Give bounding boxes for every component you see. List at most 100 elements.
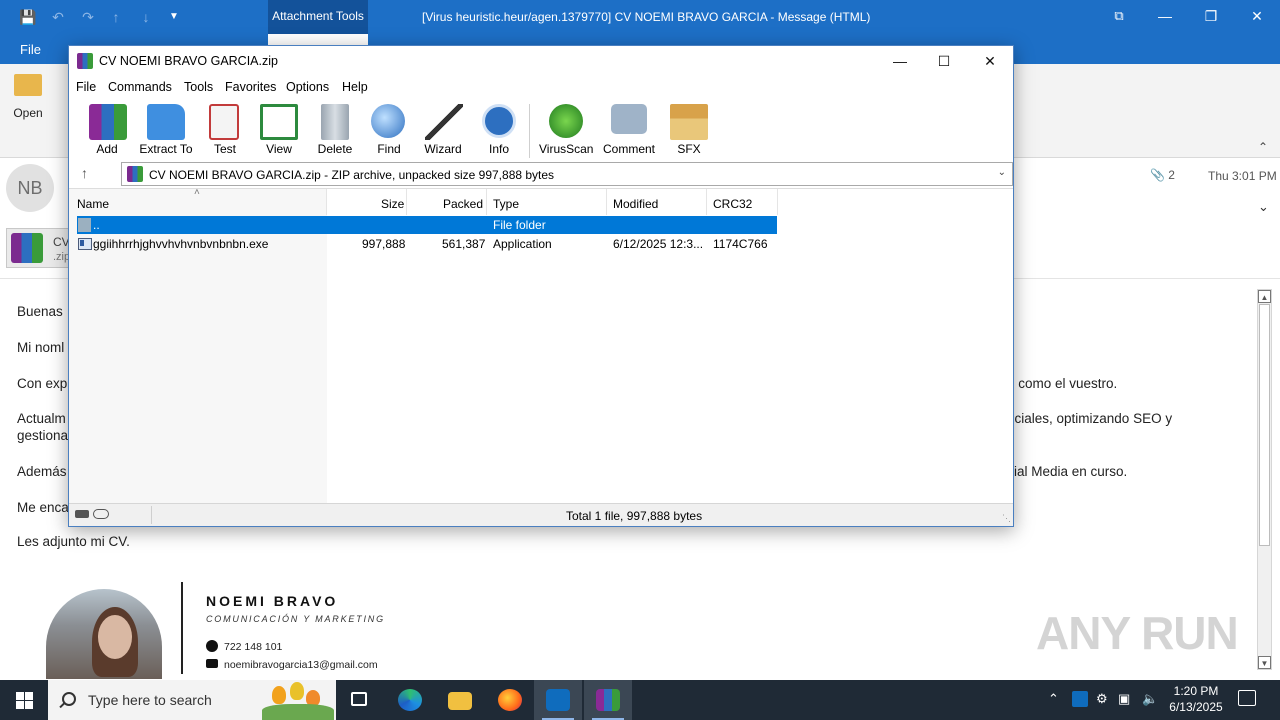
resize-grip-icon[interactable]: ⋱ bbox=[1002, 513, 1011, 524]
wizard-button[interactable]: Wizard bbox=[421, 102, 465, 160]
table-row[interactable]: .. File folder bbox=[77, 216, 777, 234]
up-arrow-icon[interactable]: ↑ bbox=[106, 7, 126, 27]
undo-icon[interactable]: ↶ bbox=[48, 7, 68, 27]
wand-icon bbox=[425, 104, 463, 140]
find-button[interactable]: Find bbox=[369, 102, 409, 160]
task-view-button[interactable] bbox=[336, 680, 384, 720]
attachment-chip[interactable]: CV .zip bbox=[6, 228, 72, 268]
outlook-tray-icon[interactable] bbox=[1072, 691, 1088, 707]
taskbar-outlook[interactable] bbox=[534, 680, 582, 720]
show-hidden-icons-icon[interactable]: ⌃ bbox=[1048, 691, 1059, 707]
archive-path-text: CV NOEMI BRAVO GARCIA.zip - ZIP archive,… bbox=[149, 168, 555, 182]
windows-taskbar: Type here to search ⌃ ⚙ ▣ 🔈 1:20 PM 6/13… bbox=[0, 680, 1280, 720]
winrar-maximize-button[interactable]: ☐ bbox=[921, 46, 967, 76]
up-one-level-icon[interactable]: ↑ bbox=[81, 165, 88, 181]
column-divider[interactable] bbox=[486, 189, 487, 215]
column-divider[interactable] bbox=[606, 189, 607, 215]
menu-favorites[interactable]: Favorites bbox=[225, 80, 276, 94]
column-header-modified[interactable]: Modified bbox=[613, 197, 658, 211]
menu-commands[interactable]: Commands bbox=[108, 80, 172, 94]
taskbar-search-box[interactable]: Type here to search bbox=[48, 680, 336, 720]
open-label: Open bbox=[13, 106, 43, 120]
column-header-packed[interactable]: Packed bbox=[443, 197, 483, 211]
open-attachment-button[interactable]: Open bbox=[6, 70, 50, 130]
security-tray-icon[interactable]: ⚙ bbox=[1096, 691, 1108, 707]
key-icon[interactable] bbox=[93, 509, 109, 519]
search-icon bbox=[62, 692, 76, 706]
scroll-thumb[interactable] bbox=[1259, 304, 1270, 546]
table-row[interactable]: ggiihhrrhjghvvhvhvnbvnbnbn.exe 997,888 5… bbox=[77, 236, 777, 254]
expand-header-icon[interactable]: ⌄ bbox=[1258, 199, 1269, 215]
column-header-type[interactable]: Type bbox=[493, 197, 519, 211]
start-button[interactable] bbox=[0, 680, 48, 720]
notification-center-icon[interactable] bbox=[1238, 690, 1256, 706]
mail-icon bbox=[206, 659, 218, 668]
column-divider[interactable] bbox=[706, 189, 707, 215]
row-size: 997,888 bbox=[362, 237, 406, 251]
winrar-close-button[interactable]: ✕ bbox=[967, 46, 1013, 76]
menu-file[interactable]: File bbox=[76, 80, 96, 94]
customize-qat-icon[interactable]: ▼ bbox=[164, 7, 184, 27]
scroll-down-icon[interactable]: ▼ bbox=[1258, 656, 1271, 669]
add-button[interactable]: Add bbox=[87, 102, 127, 160]
restore-button[interactable]: ❐ bbox=[1188, 0, 1234, 32]
toolbar-label: Delete bbox=[317, 142, 353, 156]
column-header-crc32[interactable]: CRC32 bbox=[713, 197, 752, 211]
taskbar-firefox[interactable] bbox=[486, 680, 534, 720]
message-scrollbar[interactable]: ▲ ▼ bbox=[1257, 289, 1272, 670]
menu-options[interactable]: Options bbox=[286, 80, 329, 94]
taskbar-clock[interactable]: 1:20 PM 6/13/2025 bbox=[1166, 683, 1226, 715]
chevron-down-icon[interactable]: ⌄ bbox=[998, 167, 1006, 178]
volume-icon[interactable]: 🔈 bbox=[1142, 691, 1158, 707]
comment-button[interactable]: Comment bbox=[601, 102, 657, 160]
minimize-button[interactable]: — bbox=[1142, 0, 1188, 32]
drive-icon[interactable] bbox=[75, 510, 89, 518]
save-icon[interactable]: 💾 bbox=[18, 7, 38, 27]
info-button[interactable]: Info bbox=[479, 102, 519, 160]
menu-help[interactable]: Help bbox=[342, 80, 368, 94]
archive-path-dropdown[interactable]: CV NOEMI BRAVO GARCIA.zip - ZIP archive,… bbox=[121, 162, 1013, 186]
signature-email[interactable]: noemibravogarcia13@gmail.com bbox=[206, 659, 378, 671]
column-divider[interactable] bbox=[777, 189, 778, 215]
scroll-up-icon[interactable]: ▲ bbox=[1258, 290, 1271, 303]
sfx-button[interactable]: SFX bbox=[667, 102, 711, 160]
virusscan-button[interactable]: VirusScan bbox=[539, 102, 593, 160]
row-modified: 6/12/2025 12:3... bbox=[613, 237, 704, 251]
folder-icon bbox=[448, 692, 472, 710]
extract-to-button[interactable]: Extract To bbox=[137, 102, 195, 160]
firefox-icon bbox=[498, 689, 522, 711]
taskbar-file-explorer[interactable] bbox=[436, 680, 484, 720]
outlook-window-title: [Virus heuristic.heur/agen.1379770] CV N… bbox=[422, 10, 871, 24]
body-line: Mi noml bbox=[17, 340, 65, 355]
column-divider[interactable] bbox=[406, 189, 407, 215]
taskbar-edge[interactable] bbox=[386, 680, 434, 720]
network-icon[interactable]: ▣ bbox=[1118, 691, 1130, 707]
column-divider[interactable] bbox=[326, 189, 327, 215]
attachment-count: 📎 2 bbox=[1150, 168, 1175, 182]
edge-icon bbox=[398, 689, 422, 711]
down-arrow-icon[interactable]: ↓ bbox=[136, 7, 156, 27]
sender-avatar[interactable]: NB bbox=[6, 164, 54, 212]
column-header-name[interactable]: Name bbox=[77, 197, 109, 211]
attachment-tools-context-tab[interactable]: Attachment Tools bbox=[268, 0, 368, 34]
winrar-address-bar: ↑ CV NOEMI BRAVO GARCIA.zip - ZIP archiv… bbox=[69, 161, 1013, 187]
file-tab[interactable]: File bbox=[20, 42, 41, 57]
winrar-minimize-button[interactable]: — bbox=[877, 46, 923, 76]
toolbar-label: Extract To bbox=[139, 142, 193, 156]
winrar-window-title: CV NOEMI BRAVO GARCIA.zip bbox=[99, 54, 278, 68]
ribbon-display-options-icon[interactable]: ⧉ bbox=[1096, 0, 1142, 32]
winrar-archive-icon bbox=[11, 233, 43, 263]
column-header-size[interactable]: Size bbox=[381, 197, 404, 211]
view-button[interactable]: View bbox=[257, 102, 301, 160]
taskbar-winrar[interactable] bbox=[584, 680, 632, 720]
collapse-ribbon-icon[interactable]: ⌃ bbox=[1258, 140, 1268, 154]
comment-icon bbox=[611, 104, 647, 134]
status-separator bbox=[151, 506, 152, 524]
test-button[interactable]: Test bbox=[205, 102, 245, 160]
redo-icon[interactable]: ↷ bbox=[78, 7, 98, 27]
delete-button[interactable]: Delete bbox=[313, 102, 357, 160]
signature-phone: 722 148 101 bbox=[206, 640, 282, 653]
menu-tools[interactable]: Tools bbox=[184, 80, 213, 94]
body-line: Además bbox=[17, 464, 67, 479]
close-button[interactable]: ✕ bbox=[1234, 0, 1280, 32]
